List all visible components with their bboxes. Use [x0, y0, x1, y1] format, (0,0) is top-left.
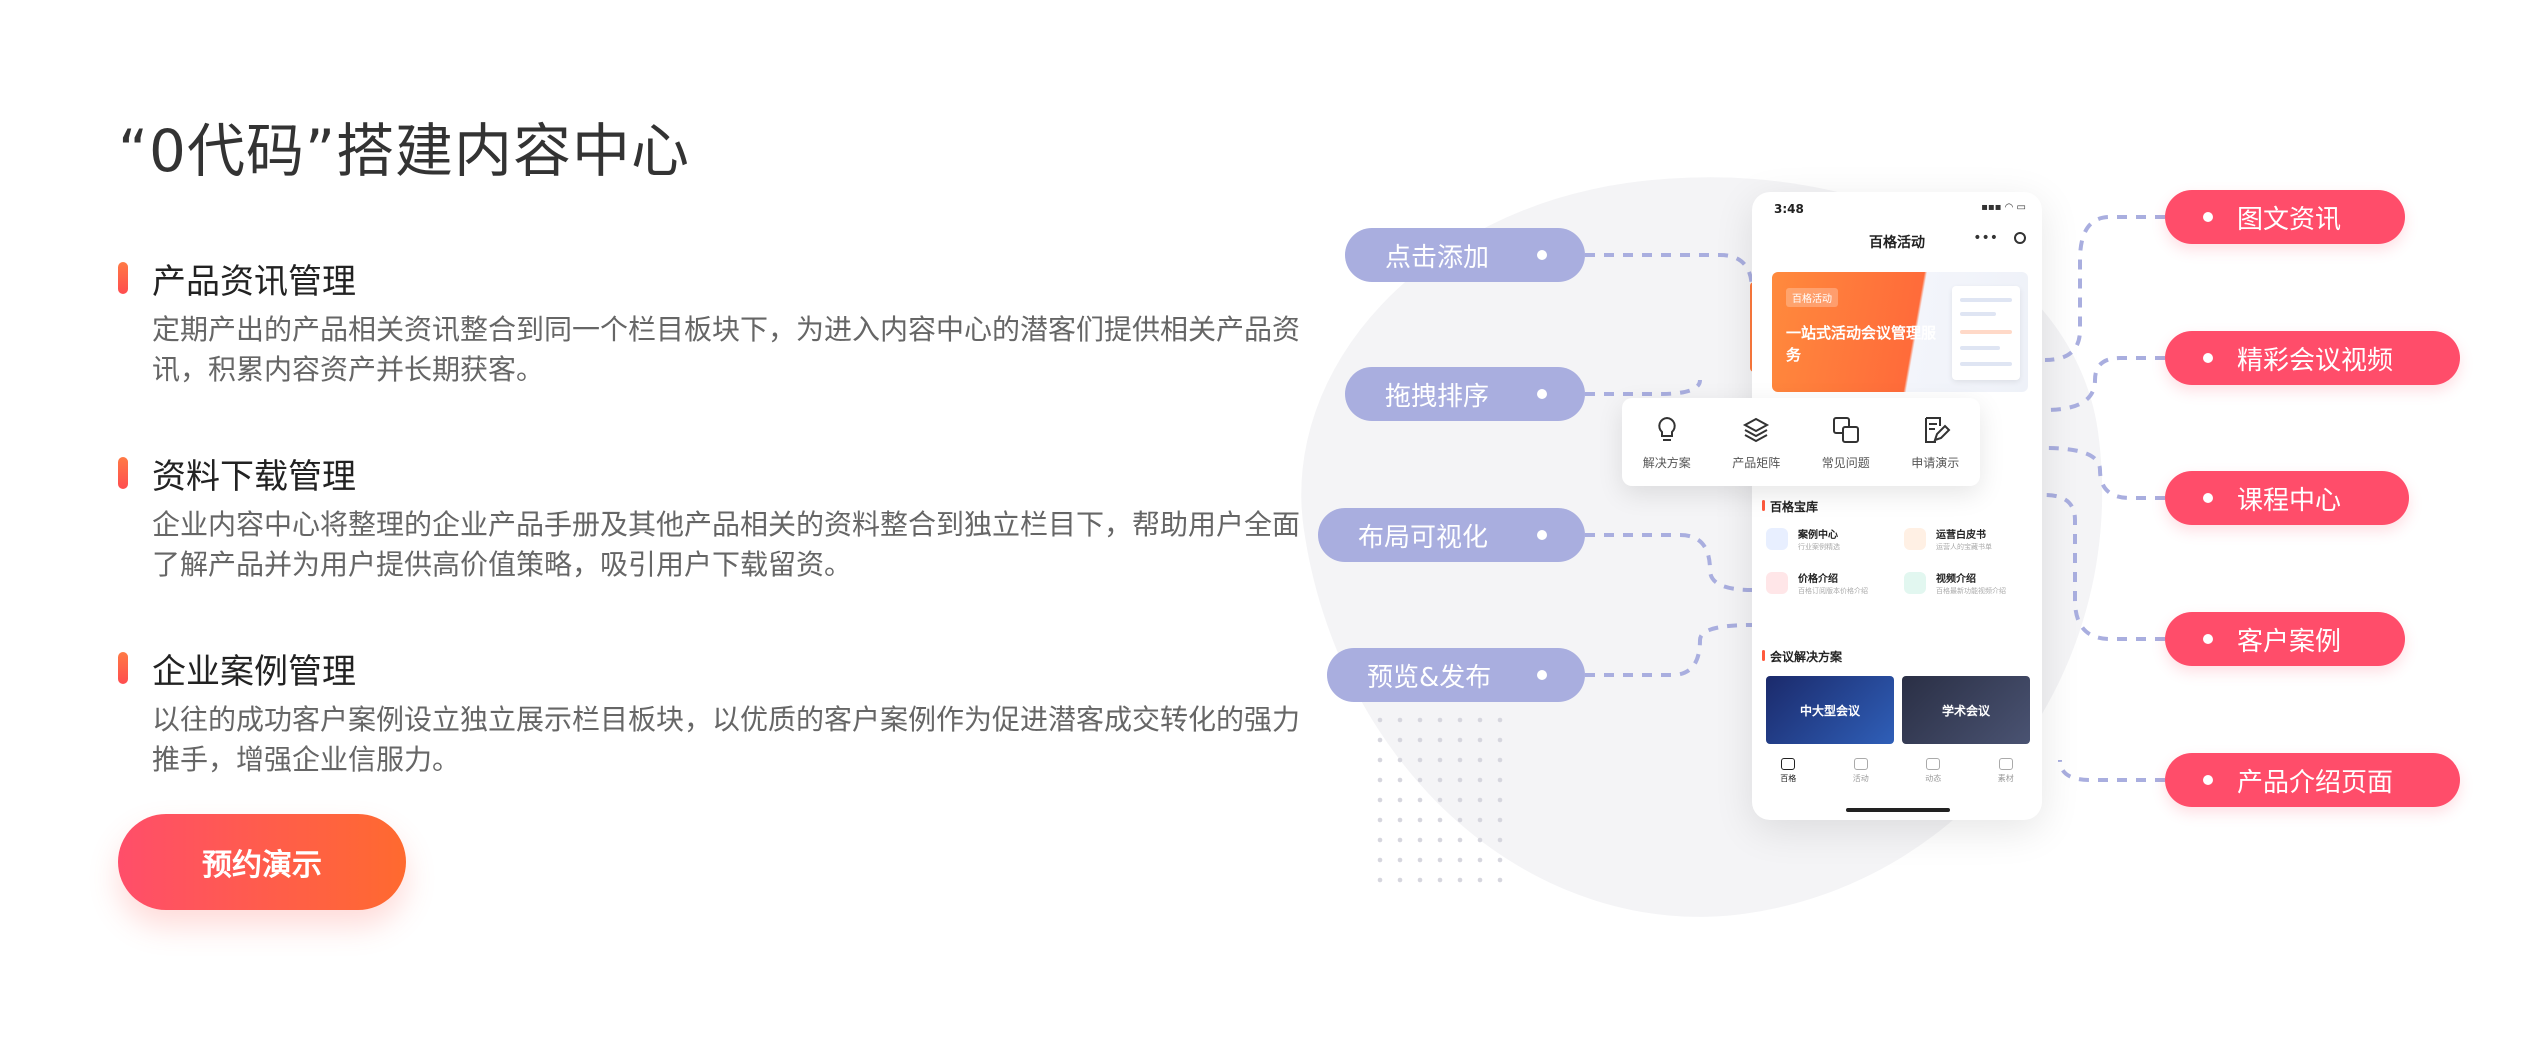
quick-entry-bar: 解决方案 产品矩阵 常见问题 申请演示	[1622, 398, 1980, 486]
pinwheel-icon	[1926, 758, 1941, 770]
library-item-subtitle: 百格最新功能视频介绍	[1936, 587, 2006, 595]
module-label: 精彩会议视频	[2237, 345, 2394, 376]
library-item-subtitle: 运营人的宝藏书单	[1936, 543, 1992, 551]
book-icon	[1904, 528, 1926, 550]
tab-materials[interactable]: 素材	[1998, 758, 2014, 784]
action-label: 布局可视化	[1358, 522, 1489, 553]
action-label: 预览&发布	[1367, 662, 1492, 693]
dot-icon	[2203, 775, 2213, 785]
case-icon	[1766, 528, 1788, 550]
bulb-icon	[1658, 416, 1676, 441]
module-customer-cases[interactable]: 客户案例	[2165, 612, 2405, 666]
library-item-cases[interactable]: 案例中心 行业案例精选	[1766, 526, 1888, 556]
image-icon	[1998, 758, 2013, 770]
home-icon	[1781, 758, 1796, 770]
library-title: 百格宝库	[1761, 500, 1819, 514]
status-time: 3:48	[1774, 202, 1804, 216]
banner-logo: 百格活动	[1786, 288, 1838, 307]
module-meeting-videos[interactable]: 精彩会议视频	[2165, 331, 2460, 385]
dot-icon	[2203, 634, 2213, 644]
quick-solutions[interactable]: 解决方案	[1643, 414, 1691, 471]
action-label: 点击添加	[1385, 242, 1490, 273]
action-drag-sort[interactable]: 拖拽排序	[1345, 367, 1585, 421]
library-item-subtitle: 百格订阅版本价格介绍	[1798, 587, 1868, 595]
close-target-icon[interactable]	[2014, 232, 2026, 244]
edit-icon	[1925, 416, 1951, 443]
phone-title: 百格活动	[1869, 235, 1925, 251]
status-icons: ▪▪▪ ◠ ▭	[1981, 202, 2026, 213]
tab-home[interactable]: 百格	[1780, 758, 1796, 784]
more-icon[interactable]: •••	[1973, 230, 1998, 246]
module-label: 课程中心	[2237, 485, 2342, 516]
dot-icon	[2203, 212, 2213, 222]
dot-icon	[2203, 493, 2213, 503]
tab-news[interactable]: 动态	[1925, 758, 1941, 784]
tab-events[interactable]: 活动	[1853, 758, 1869, 784]
library-item-whitepaper[interactable]: 运营白皮书 运营人的宝藏书单	[1904, 526, 2026, 556]
solution-card-academic[interactable]: 学术会议	[1902, 676, 2030, 744]
solutions-title: 会议解决方案	[1761, 650, 1843, 664]
layers-icon	[1743, 417, 1770, 442]
library-item-pricing[interactable]: 价格介绍 百格订阅版本价格介绍	[1766, 570, 1888, 600]
quick-demo[interactable]: 申请演示	[1911, 414, 1959, 471]
phone-mockup: 3:48 ▪▪▪ ◠ ▭ 百格活动 ••• 百格活动 一站式活动会议管理服务 百…	[1752, 192, 2042, 820]
dot-icon	[2203, 353, 2213, 363]
action-layout-visual[interactable]: 布局可视化	[1318, 508, 1585, 562]
tag-icon	[1853, 758, 1868, 770]
bottom-tab-bar: 百格 活动 动态 素材	[1752, 758, 2042, 784]
dot-icon	[1537, 250, 1547, 260]
library-item-title: 价格介绍	[1798, 574, 1838, 585]
action-preview-publish[interactable]: 预览&发布	[1327, 648, 1585, 702]
library-item-subtitle: 行业案例精选	[1798, 543, 1840, 551]
library-item-video[interactable]: 视频介绍 百格最新功能视频介绍	[1904, 570, 2026, 600]
action-click-add[interactable]: 点击添加	[1345, 228, 1585, 282]
video-icon	[1904, 572, 1926, 594]
home-indicator	[1846, 808, 1950, 812]
connector-lines	[1585, 215, 2165, 782]
quick-products[interactable]: 产品矩阵	[1732, 414, 1780, 471]
dashboard-thumbnail	[1952, 286, 2020, 380]
banner-text: 一站式活动会议管理服务	[1786, 324, 1937, 364]
action-label: 拖拽排序	[1385, 381, 1490, 412]
module-label: 产品介绍页面	[2237, 767, 2394, 798]
quick-faq[interactable]: 常见问题	[1822, 414, 1870, 471]
library-item-title: 视频介绍	[1936, 574, 1976, 585]
translate-icon	[1832, 416, 1859, 443]
price-icon	[1766, 572, 1788, 594]
module-courses[interactable]: 课程中心	[2165, 471, 2409, 525]
dot-icon	[1537, 389, 1547, 399]
solution-card-large-meeting[interactable]: 中大型会议	[1766, 676, 1894, 744]
module-label: 图文资讯	[2237, 204, 2342, 235]
module-articles[interactable]: 图文资讯	[2165, 190, 2405, 244]
module-label: 客户案例	[2237, 626, 2342, 657]
library-item-title: 运营白皮书	[1936, 530, 1986, 541]
hero-banner[interactable]: 百格活动 一站式活动会议管理服务	[1772, 272, 2028, 392]
module-product-pages[interactable]: 产品介绍页面	[2165, 753, 2460, 807]
dot-icon	[1537, 670, 1547, 680]
dot-icon	[1537, 530, 1547, 540]
library-item-title: 案例中心	[1798, 530, 1838, 541]
